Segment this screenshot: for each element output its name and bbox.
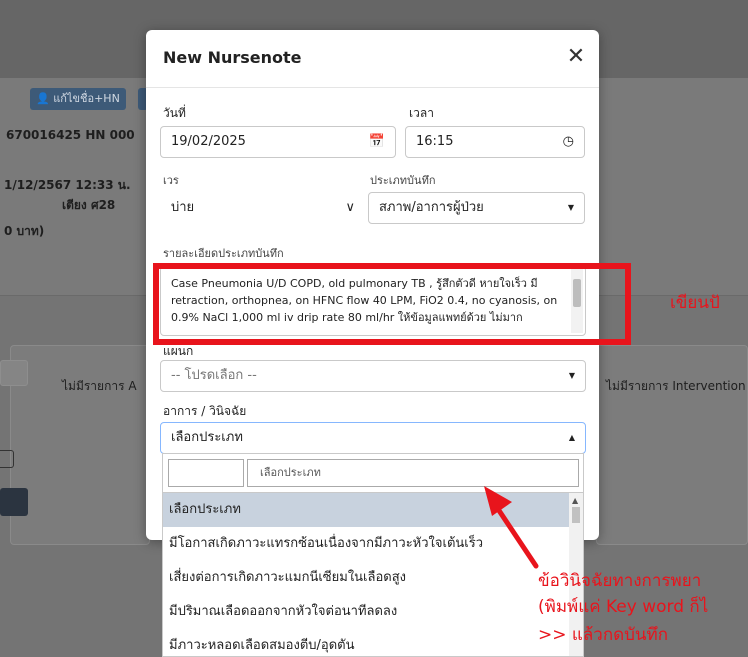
caret-down-icon: ▼	[567, 203, 574, 212]
calendar-edge-icon	[0, 450, 14, 468]
date-label: วันที่	[163, 106, 186, 120]
date-field[interactable]: 19/02/2025 📅	[160, 126, 396, 158]
time-label: เวลา	[409, 106, 434, 120]
annotation-line-2: (พิมพ์แค่ Key word ก็ไ	[538, 597, 709, 617]
dropdown-option[interactable]: มีภาวะหลอดเลือดสมองตีบ/อุดตัน	[163, 629, 569, 656]
amount: 0 บาท)	[4, 224, 45, 238]
no-items-a: ไม่มีรายการ A	[62, 379, 137, 393]
caret-up-icon: ▲	[568, 433, 575, 442]
shift-label: เวร	[163, 174, 179, 187]
small-select[interactable]	[0, 360, 28, 386]
dropdown-option[interactable]: มีปริมาณเลือดออกจากหัวใจต่อนาทีลดลง	[163, 595, 569, 629]
shift-select[interactable]: บ่าย ∨	[160, 192, 366, 224]
bed-number: เตียง ศ28	[62, 198, 116, 212]
diagnosis-select[interactable]: เลือกประเภท ▲	[160, 422, 586, 454]
modal-header: New Nursenote ✕	[146, 30, 599, 88]
date-value: 19/02/2025	[171, 134, 246, 149]
department-select[interactable]: -- โปรดเลือก -- ▼	[160, 360, 586, 392]
patient-id: 670016425 HN 000	[6, 128, 135, 142]
diagnosis-label: อาการ / วินิจฉัย	[163, 404, 247, 418]
edit-name-hn-button[interactable]: 👤 แก้ไขชื่อ+HN	[30, 88, 126, 110]
clock-icon[interactable]: ◷	[563, 127, 574, 157]
chevron-down-icon: ∨	[345, 200, 355, 215]
detail-label: รายละเอียดประเภทบันทึก	[163, 247, 284, 260]
record-type-value: สภาพ/อาการผู้ป่วย	[379, 200, 484, 215]
scroll-up-icon[interactable]: ▲	[572, 496, 578, 505]
dropdown-search-box[interactable]	[168, 459, 244, 487]
shift-value: บ่าย	[171, 200, 195, 215]
card-left	[10, 345, 150, 545]
record-type-label: ประเภทบันทึก	[370, 174, 436, 187]
caret-down-icon: ▼	[568, 371, 575, 380]
record-type-select[interactable]: สภาพ/อาการผู้ป่วย ▼	[368, 192, 585, 224]
annotation-arrow-icon	[484, 486, 539, 569]
annotation-line-3: >> แล้วกดบันทึก	[538, 625, 669, 645]
annotation-line-1: ข้อวินิจฉัยทางการพยา	[538, 571, 702, 591]
time-field[interactable]: 16:15 ◷	[405, 126, 585, 158]
time-value: 16:15	[416, 134, 454, 149]
admit-datetime: 1/12/2567 12:33 น.	[4, 178, 131, 192]
annotation-highlight-box	[153, 263, 631, 345]
department-placeholder: -- โปรดเลือก --	[171, 368, 257, 383]
calendar-icon[interactable]: 📅	[369, 127, 385, 157]
diagnosis-value: เลือกประเภท	[171, 430, 243, 445]
no-items-intervention: ไม่มีรายการ Intervention	[606, 379, 746, 393]
user-edit-icon: 👤	[36, 92, 50, 105]
edit-name-hn-label: แก้ไขชื่อ+HN	[53, 92, 120, 105]
card-right	[596, 345, 748, 545]
close-icon[interactable]: ✕	[564, 46, 588, 70]
dropdown-search-placeholder: เลือกประเภท	[260, 466, 321, 479]
dark-action-button[interactable]	[0, 488, 28, 516]
modal-title: New Nursenote	[163, 48, 302, 67]
annotation-write-note: เขียนปั	[670, 293, 720, 313]
